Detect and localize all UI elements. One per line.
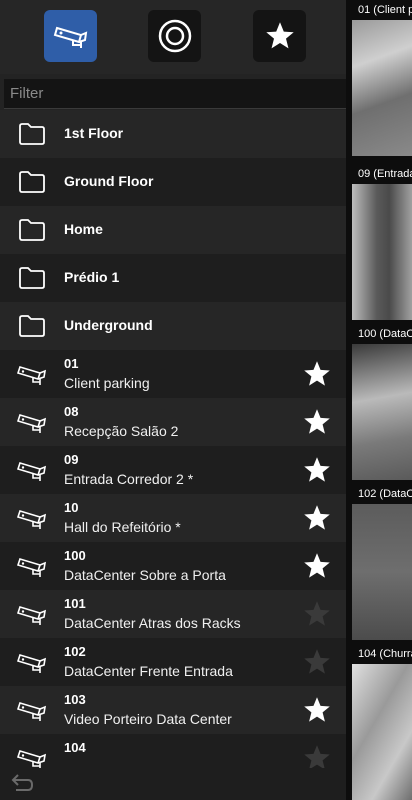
camera-name: DataCenter Frente Entrada [64,663,233,679]
camera-number: 102 [64,644,86,659]
folder-label: Prédio 1 [64,269,120,285]
camera-row[interactable]: 101 DataCenter Atras dos Racks [0,590,346,638]
favorite-star-icon[interactable] [302,744,332,768]
cctv-camera-icon [17,414,47,433]
camera-row[interactable]: 10 Hall do Refeitório * [0,494,346,542]
folder-row[interactable]: Home [0,206,346,254]
camera-preview-tile[interactable]: 01 (Client p [348,0,412,158]
folder-icon [19,123,45,145]
camera-number: 09 [64,452,79,467]
preview-label: 100 (DataC [358,328,412,340]
camera-list[interactable]: 1st Floor Ground Floor Home Prédio 1 Undergr… [0,110,346,768]
camera-name: Hall do Refeitório * [64,519,181,535]
camera-row[interactable]: 01 Client parking [0,350,346,398]
preview-video-frame [352,344,412,480]
cctv-camera-icon [17,510,47,529]
preview-video-frame [352,184,412,320]
favorites-tab-button[interactable] [253,10,306,62]
camera-name: Recepção Salão 2 [64,423,179,439]
preview-label: 01 (Client p [358,4,412,16]
folder-row[interactable]: Ground Floor [0,158,346,206]
cctv-camera-icon [17,462,47,481]
camera-number: 10 [64,500,79,515]
camera-row[interactable]: 103 Video Porteiro Data Center [0,686,346,734]
cctv-camera-icon [17,366,47,385]
camera-row[interactable]: 104 [0,734,346,768]
star-icon [265,22,294,49]
camera-browser-panel: 1st Floor Ground Floor Home Prédio 1 Undergr… [0,0,346,800]
camera-number: 100 [64,548,86,563]
folder-icon [19,171,45,193]
camera-number: 104 [64,740,86,755]
preview-video-frame [352,504,412,640]
filter-field[interactable] [4,79,346,109]
favorite-star-icon[interactable] [302,456,332,484]
camera-name: Video Porteiro Data Center [64,711,232,727]
folder-row[interactable]: Prédio 1 [0,254,346,302]
top-toolbar [0,0,346,74]
favorite-star-icon[interactable] [302,648,332,676]
camera-row[interactable]: 08 Recepção Salão 2 [0,398,346,446]
folder-icon [19,267,45,289]
preview-video-frame [352,664,412,800]
camera-row[interactable]: 100 DataCenter Sobre a Porta [0,542,346,590]
camera-preview-tile[interactable]: 100 (DataC [348,324,412,482]
folder-label: 1st Floor [64,125,124,141]
folder-label: Home [64,221,103,237]
preview-label: 102 (DataC [358,488,412,500]
camera-row[interactable]: 09 Entrada Corredor 2 * [0,446,346,494]
preview-label: 104 (Churra [358,648,412,660]
favorite-star-icon[interactable] [302,552,332,580]
camera-name: Entrada Corredor 2 * [64,471,194,487]
favorite-star-icon[interactable] [302,696,332,724]
cameras-tab-button[interactable] [44,10,97,62]
favorite-star-icon[interactable] [302,408,332,436]
camera-preview-tile[interactable]: 09 (Entrada [348,164,412,322]
preview-strip[interactable]: 01 (Client p 09 (Entrada 100 (DataC 102 (Da… [346,0,412,800]
camera-row[interactable]: 102 DataCenter Frente Entrada [0,638,346,686]
camera-name: DataCenter Atras dos Racks [64,615,241,631]
target-circle-icon [158,19,191,53]
camera-name: DataCenter Sobre a Porta [64,567,226,583]
camera-preview-tile[interactable]: 104 (Churra [348,644,412,800]
favorite-star-icon[interactable] [302,504,332,532]
folder-row[interactable]: Underground [0,302,346,350]
camera-name: Client parking [64,375,150,391]
cctv-camera-icon [17,702,47,721]
folder-icon [19,315,45,337]
filter-input[interactable] [4,79,346,108]
favorite-star-icon[interactable] [302,600,332,628]
cctv-camera-icon [17,654,47,673]
camera-number: 01 [64,356,79,371]
favorite-star-icon[interactable] [302,360,332,388]
folder-icon [19,219,45,241]
back-arrow-icon[interactable] [8,772,34,796]
cctv-camera-icon [17,606,47,625]
live-view-tab-button[interactable] [148,10,201,62]
preview-label: 09 (Entrada [358,168,412,180]
cctv-camera-icon [53,26,87,48]
camera-preview-tile[interactable]: 102 (DataC [348,484,412,642]
app-root: 1st Floor Ground Floor Home Prédio 1 Undergr… [0,0,412,800]
camera-number: 08 [64,404,79,419]
camera-number: 103 [64,692,86,707]
cctv-camera-icon [17,750,47,768]
folder-label: Underground [64,317,153,333]
camera-number: 101 [64,596,86,611]
bottom-bar [0,768,346,800]
folder-row[interactable]: 1st Floor [0,110,346,158]
preview-video-frame [352,20,412,156]
folder-label: Ground Floor [64,173,154,189]
cctv-camera-icon [17,558,47,577]
